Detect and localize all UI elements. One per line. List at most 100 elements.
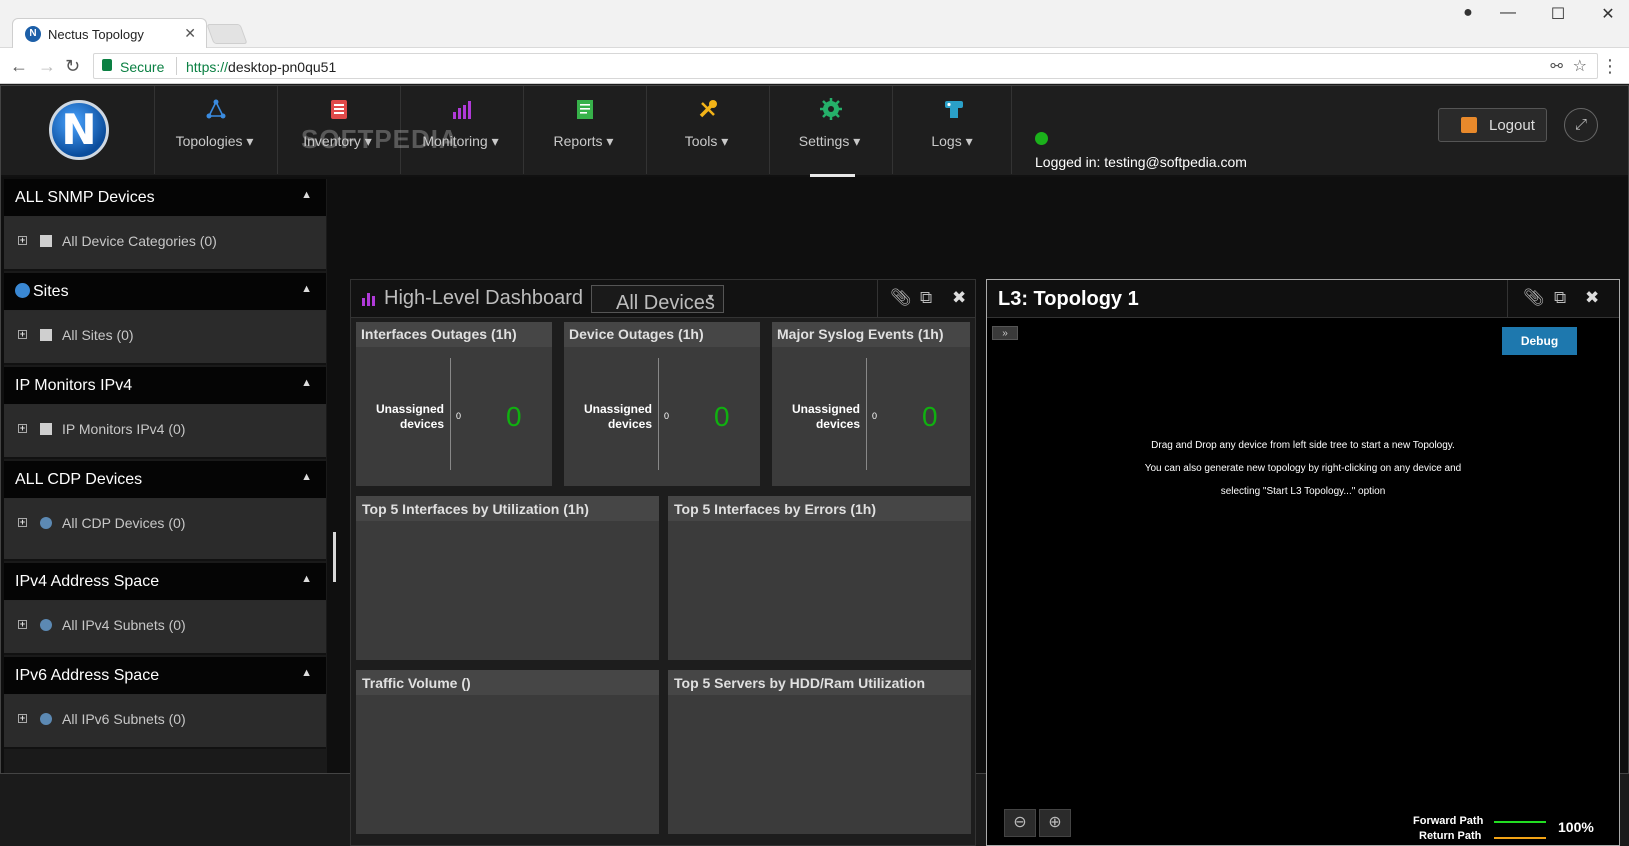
- nectus-favicon: N: [25, 26, 41, 42]
- expand-icon[interactable]: +: [18, 714, 27, 723]
- collapse-icon[interactable]: ▲︎: [301, 667, 312, 679]
- expand-panel-icon[interactable]: »: [992, 326, 1018, 340]
- collapse-icon[interactable]: ▲︎: [301, 283, 312, 295]
- restore-window-icon[interactable]: ⧉: [920, 288, 932, 308]
- card-device-outages[interactable]: Device Outages (1h) Unassigned devices 0…: [564, 322, 760, 486]
- collapse-icon[interactable]: ▲︎: [301, 573, 312, 585]
- debug-button[interactable]: Debug: [1502, 327, 1577, 355]
- outage-count: 0: [506, 401, 522, 432]
- window-close-icon[interactable]: ✕: [1588, 4, 1628, 24]
- tab-title: Nectus Topology: [48, 27, 144, 42]
- profile-icon[interactable]: ●: [1448, 4, 1488, 22]
- return-path-label: Return Path: [1419, 830, 1482, 842]
- active-nav-indicator: [810, 174, 855, 177]
- url-text[interactable]: https://desktop-pn0qu51: [186, 59, 336, 75]
- zoom-level: 100%: [1558, 819, 1594, 835]
- card-traffic-volume[interactable]: Traffic Volume (): [356, 670, 659, 834]
- tree-item[interactable]: + All IPv6 Subnets (0): [4, 695, 326, 749]
- browser-tab[interactable]: N Nectus Topology ✕: [12, 18, 207, 48]
- nav-logs[interactable]: Logs ▾: [892, 86, 1012, 174]
- tree-item[interactable]: + All CDP Devices (0): [4, 499, 326, 561]
- card-top-servers[interactable]: Top 5 Servers by HDD/Ram Utilization: [668, 670, 971, 834]
- section-ipv4-space[interactable]: IPv4 Address Space ▲︎: [4, 563, 326, 601]
- section-ipv6-space[interactable]: IPv6 Address Space ▲︎: [4, 657, 326, 695]
- browser-menu-icon[interactable]: ⋮: [1601, 56, 1619, 77]
- topology-panel[interactable]: L3: Topology 1 📎︎ ⧉ ✖ » Debug Drag and D…: [986, 279, 1620, 846]
- sidebar: ALL SNMP Devices ▲︎ + All Device Categorie…: [4, 179, 327, 773]
- card-syslog-events[interactable]: Major Syslog Events (1h) Unassigned devi…: [772, 322, 970, 486]
- key-icon[interactable]: ⚯: [1550, 57, 1563, 75]
- softpedia-watermark: SOFTPEDIA: [301, 124, 459, 154]
- close-icon[interactable]: ✖: [952, 288, 966, 308]
- section-ip-monitors[interactable]: IP Monitors IPv4 ▲︎: [4, 367, 326, 405]
- topology-hint-line2: You can also generate new topology by ri…: [1144, 463, 1462, 474]
- category-icon: [40, 235, 52, 247]
- nav-settings[interactable]: Settings ▾: [769, 86, 889, 174]
- topology-hint-line1: Drag and Drop any device from left side …: [1151, 440, 1455, 451]
- fullscreen-icon[interactable]: ⤢: [1564, 108, 1598, 142]
- forward-path-arrow: [1494, 821, 1546, 823]
- attach-icon[interactable]: 📎︎: [890, 288, 912, 308]
- tab-close-icon[interactable]: ✕: [184, 25, 196, 42]
- inventory-icon: [331, 100, 347, 119]
- monitor-icon: [40, 423, 52, 435]
- tree-item[interactable]: + All Device Categories (0): [4, 217, 326, 271]
- expand-icon[interactable]: +: [18, 236, 27, 245]
- monitoring-icon: [453, 101, 471, 119]
- device-filter-select[interactable]: All Devices ▼: [591, 285, 724, 314]
- tree-item[interactable]: + All Sites (0): [4, 311, 326, 365]
- outage-count: 0: [714, 401, 730, 432]
- collapse-icon[interactable]: ▲︎: [301, 189, 312, 201]
- expand-icon[interactable]: +: [18, 620, 27, 629]
- nav-label-logs: Logs ▾: [931, 133, 973, 149]
- globe-icon: [15, 283, 30, 298]
- section-snmp-devices[interactable]: ALL SNMP Devices ▲︎: [4, 179, 326, 217]
- nav-reports[interactable]: Reports ▾: [523, 86, 643, 174]
- secure-label: Secure: [120, 59, 165, 75]
- tools-icon: [699, 100, 717, 118]
- nav-label-topologies: Topologies ▾: [175, 133, 254, 149]
- zoom-out-icon[interactable]: ⊖: [1004, 809, 1036, 837]
- close-icon[interactable]: ✖: [1585, 288, 1599, 308]
- nav-tools[interactable]: Tools ▾: [646, 86, 766, 174]
- online-status-icon: [1035, 132, 1048, 145]
- restore-window-icon[interactable]: ⧉: [1554, 288, 1566, 308]
- logout-button[interactable]: Logout: [1438, 108, 1547, 142]
- expand-icon[interactable]: +: [18, 518, 27, 527]
- back-icon[interactable]: ←: [10, 56, 28, 77]
- card-interfaces-outages[interactable]: Interfaces Outages (1h) Unassigned devic…: [356, 322, 552, 486]
- expand-icon[interactable]: +: [18, 330, 27, 339]
- nav-label-tools: Tools ▾: [684, 133, 729, 149]
- topology-icon: [206, 99, 226, 119]
- maximize-icon[interactable]: ☐: [1538, 4, 1578, 24]
- chevron-down-icon: ▼: [706, 292, 715, 302]
- network-icon: [40, 517, 52, 529]
- forward-path-label: Forward Path: [1413, 815, 1484, 827]
- site-icon: [40, 329, 52, 341]
- nav-label-reports: Reports ▾: [553, 133, 614, 149]
- address-bar[interactable]: Secure https://desktop-pn0qu51 ⚯ ☆: [93, 53, 1598, 79]
- card-top-errors[interactable]: Top 5 Interfaces by Errors (1h): [668, 496, 971, 660]
- sidebar-scrollbar[interactable]: [333, 532, 336, 582]
- collapse-icon[interactable]: ▲︎: [301, 377, 312, 389]
- attach-icon[interactable]: 📎︎: [1523, 288, 1545, 308]
- new-tab-button[interactable]: [206, 24, 248, 44]
- minimize-icon[interactable]: —: [1488, 4, 1528, 22]
- tree-item[interactable]: + IP Monitors IPv4 (0): [4, 405, 326, 459]
- browser-tabstrip: N Nectus Topology ✕ ● — ☐ ✕: [0, 0, 1629, 48]
- section-cdp-devices[interactable]: ALL CDP Devices ▲︎: [4, 461, 326, 499]
- topology-header: L3: Topology 1 📎︎ ⧉ ✖: [987, 280, 1619, 318]
- event-count: 0: [922, 401, 938, 432]
- bookmark-star-icon[interactable]: ☆: [1573, 56, 1587, 76]
- return-path-arrow: [1494, 837, 1546, 839]
- forward-icon[interactable]: →: [38, 56, 56, 77]
- reload-icon[interactable]: ↻: [65, 56, 80, 77]
- zoom-in-icon[interactable]: ⊕: [1039, 809, 1071, 837]
- nectus-logo[interactable]: N: [49, 100, 109, 160]
- section-sites[interactable]: Sites ▲︎: [4, 273, 326, 311]
- expand-icon[interactable]: +: [18, 424, 27, 433]
- card-top-utilization[interactable]: Top 5 Interfaces by Utilization (1h): [356, 496, 659, 660]
- collapse-icon[interactable]: ▲︎: [301, 471, 312, 483]
- nav-topologies[interactable]: Topologies ▾: [154, 86, 274, 174]
- tree-item[interactable]: + All IPv4 Subnets (0): [4, 601, 326, 655]
